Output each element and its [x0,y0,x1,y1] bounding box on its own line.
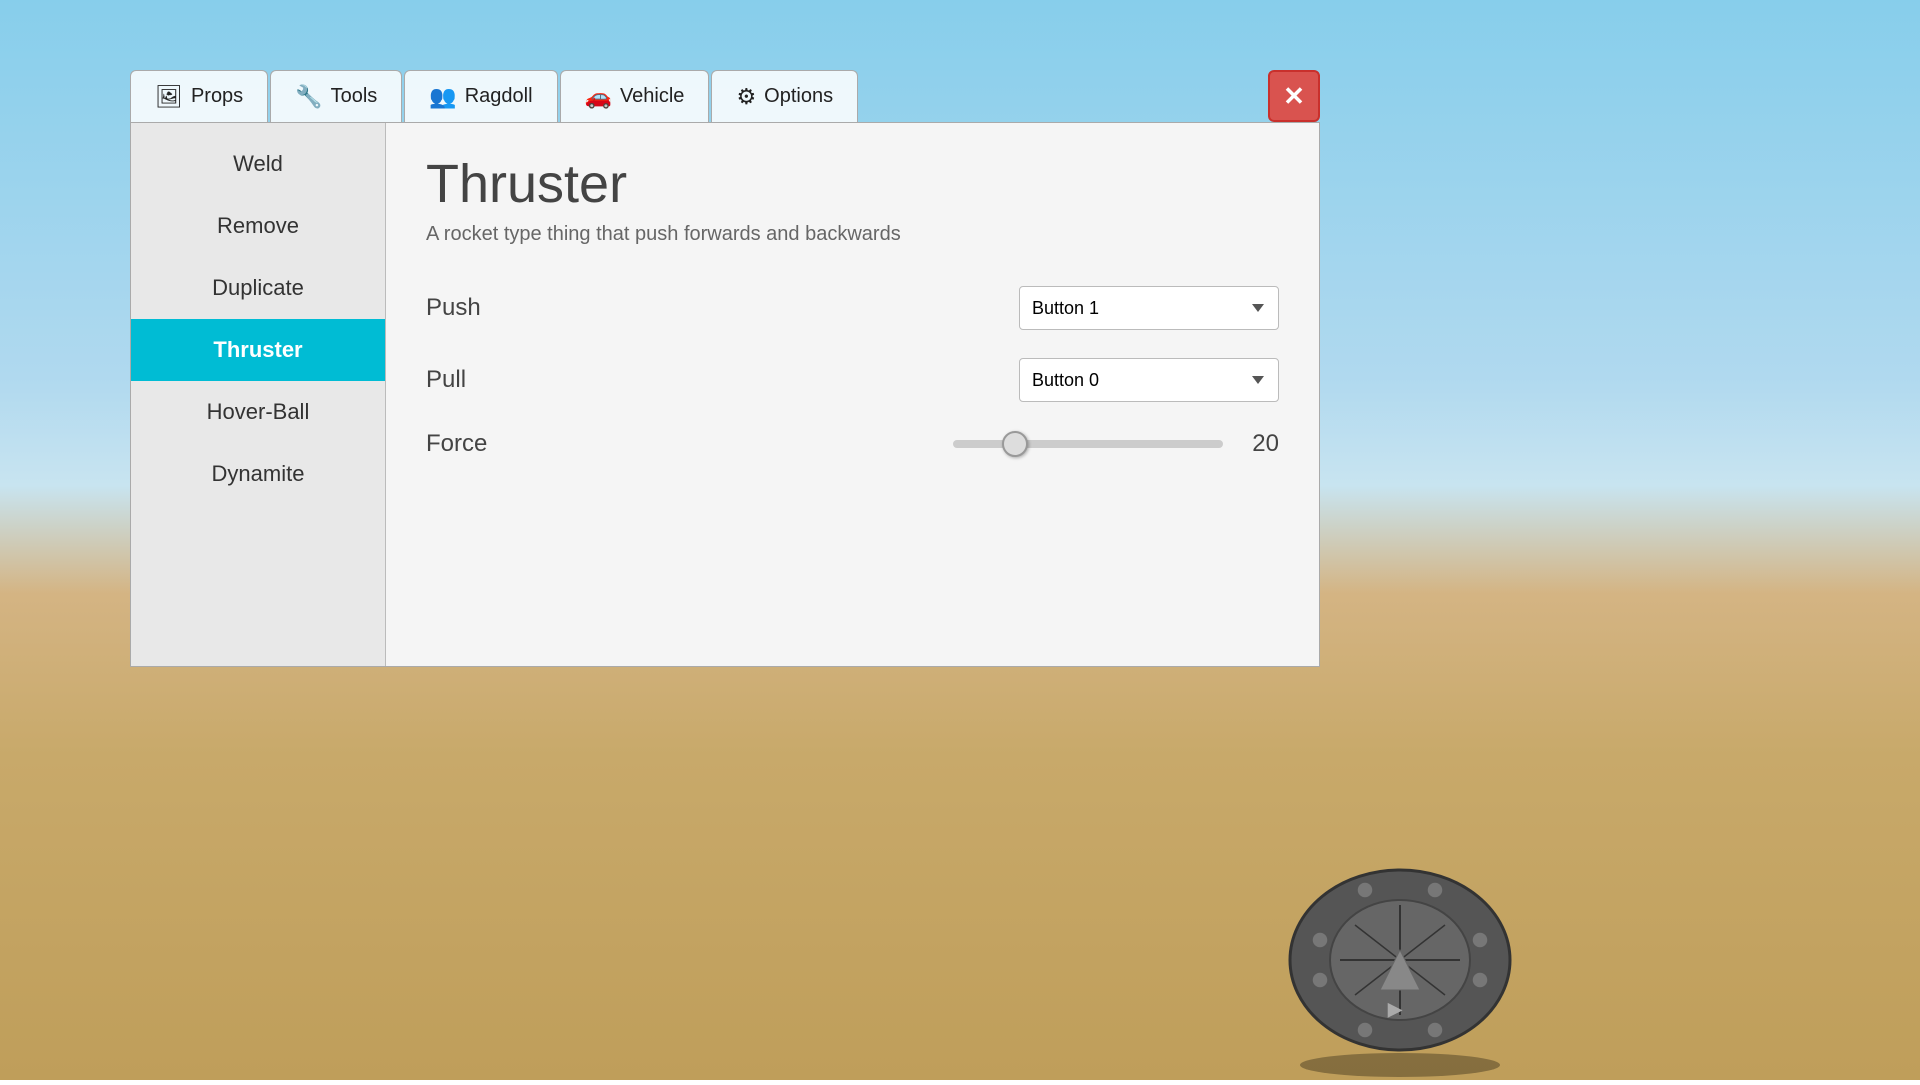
force-control-row: Force 20 [426,430,1279,458]
tab-options-label: Options [764,85,833,108]
panel-title: Thruster [426,153,1279,215]
ragdoll-icon: 👥 [429,84,456,110]
push-control-row: Push Button 0 Button 1 Button 2 Button 3… [426,286,1279,330]
force-value: 20 [1239,430,1279,458]
sidebar-item-weld[interactable]: Weld [131,133,385,195]
sidebar-item-dynamite[interactable]: Dynamite [131,443,385,505]
pull-dropdown-container: Button 0 Button 1 Button 2 Button 3 Butt… [1019,358,1279,402]
close-button[interactable]: ✕ [1268,70,1320,122]
tab-bar: 🖼 Props 🔧 Tools 👥 Ragdoll 🚗 Vehicle ⚙ Op… [130,70,1320,122]
force-label: Force [426,430,626,458]
sidebar-item-thruster[interactable]: Thruster [131,319,385,381]
tab-props[interactable]: 🖼 Props [130,70,268,122]
tab-vehicle-label: Vehicle [620,85,685,108]
tab-ragdoll-label: Ragdoll [465,85,533,108]
force-slider-container: 20 [953,430,1279,458]
tools-icon: 🔧 [295,84,322,110]
pull-dropdown[interactable]: Button 0 Button 1 Button 2 Button 3 Butt… [1019,358,1279,402]
force-slider[interactable] [953,440,1223,448]
pull-control-row: Pull Button 0 Button 1 Button 2 Button 3… [426,358,1279,402]
tab-tools[interactable]: 🔧 Tools [270,70,402,122]
sidebar: Weld Remove Duplicate Thruster Hover-Bal… [131,123,386,666]
pull-label: Pull [426,366,626,394]
vehicle-icon: 🚗 [585,84,612,110]
right-panel: Thruster A rocket type thing that push f… [386,123,1319,666]
tab-tools-label: Tools [331,85,378,108]
game-object: ▶ [1210,760,1590,1080]
props-icon: 🖼 [155,84,183,110]
svg-text:▶: ▶ [1387,999,1403,1019]
tab-options[interactable]: ⚙ Options [711,70,858,122]
main-window: 🖼 Props 🔧 Tools 👥 Ragdoll 🚗 Vehicle ⚙ Op… [130,70,1320,700]
sidebar-item-remove[interactable]: Remove [131,195,385,257]
push-label: Push [426,294,626,322]
sidebar-item-hover-ball[interactable]: Hover-Ball [131,381,385,443]
content-area: Weld Remove Duplicate Thruster Hover-Bal… [130,122,1320,667]
tab-ragdoll[interactable]: 👥 Ragdoll [404,70,557,122]
push-dropdown-container: Button 0 Button 1 Button 2 Button 3 Butt… [1019,286,1279,330]
push-dropdown[interactable]: Button 0 Button 1 Button 2 Button 3 Butt… [1019,286,1279,330]
options-icon: ⚙ [736,84,756,110]
tab-props-label: Props [191,85,243,108]
close-icon: ✕ [1283,81,1305,112]
sidebar-item-duplicate[interactable]: Duplicate [131,257,385,319]
tab-vehicle[interactable]: 🚗 Vehicle [560,70,710,122]
panel-description: A rocket type thing that push forwards a… [426,223,1279,246]
